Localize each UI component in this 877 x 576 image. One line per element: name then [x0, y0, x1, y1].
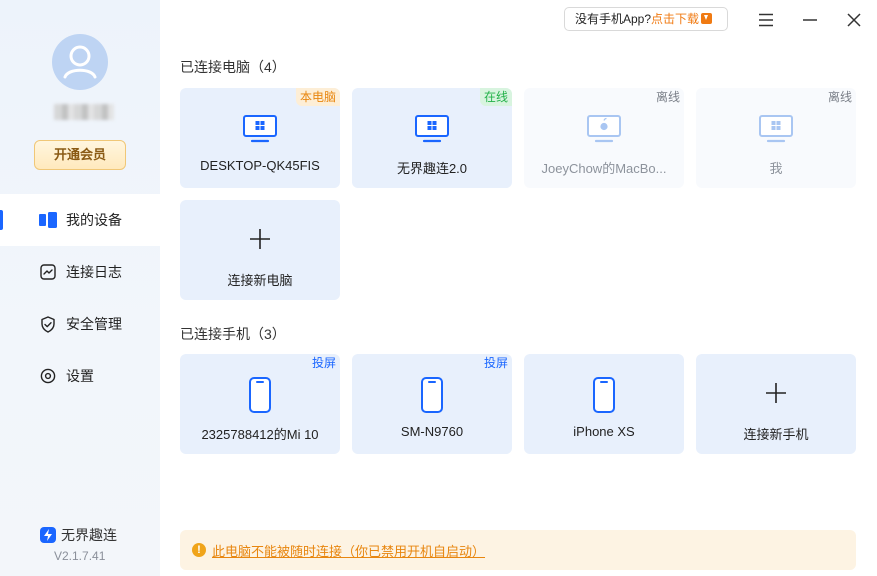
app-logo-icon [40, 527, 56, 543]
brand-name: 无界趣连 [61, 527, 117, 543]
brand: 无界趣连 [40, 525, 117, 545]
computer-card[interactable]: 本电脑 DESKTOP-QK45FIS [180, 88, 340, 188]
add-computer-label: 连接新电脑 [227, 273, 293, 288]
download-app-promo[interactable]: 没有手机App?点击下载 [564, 7, 728, 31]
avatar[interactable] [52, 34, 108, 90]
computer-card[interactable]: 在线 无界趣连2.0 [352, 88, 512, 188]
phone-card[interactable]: 投屏 SM-N9760 [352, 354, 512, 454]
nav-label: 安全管理 [66, 316, 122, 332]
nav-label: 我的设备 [66, 212, 122, 228]
add-phone-label: 连接新手机 [743, 427, 809, 442]
devices-icon [38, 210, 58, 230]
device-name: 2325788412的Mi 10 [201, 427, 319, 442]
phone-icon [524, 376, 684, 414]
close-icon [847, 13, 861, 27]
plus-icon [696, 376, 856, 414]
sidebar-nav: 我的设备 连接日志 安全管理 设置 [0, 194, 160, 402]
promo-text: 没有手机App? [575, 12, 652, 26]
app-version: V2.1.7.41 [54, 549, 106, 563]
nav-label: 连接日志 [66, 264, 122, 280]
nav-label: 设置 [66, 368, 94, 384]
status-badge: 本电脑 [295, 88, 340, 106]
windows-monitor-icon [352, 110, 512, 148]
vip-button[interactable]: 开通会员 [34, 140, 126, 170]
warning-link[interactable]: 此电脑不能被随时连接（你已禁用开机自启动） [212, 541, 485, 560]
settings-icon [38, 366, 58, 386]
download-icon [701, 13, 713, 24]
cast-badge: 投屏 [311, 356, 336, 370]
device-name: JoeyChow的MacBo... [541, 161, 667, 176]
log-icon [38, 262, 58, 282]
nav-item-security[interactable]: 安全管理 [0, 298, 160, 350]
username-redacted [54, 104, 114, 120]
windows-monitor-icon [180, 110, 340, 148]
menu-icon [759, 13, 773, 27]
close-button[interactable] [842, 8, 866, 32]
nav-item-devices[interactable]: 我的设备 [0, 194, 160, 246]
computer-card[interactable]: 离线 JoeyChow的MacBo... [524, 88, 684, 188]
warning-icon: ! [192, 543, 206, 557]
status-badge: 在线 [479, 88, 512, 106]
minimize-button[interactable] [798, 8, 822, 32]
computer-card[interactable]: 离线 我 [696, 88, 856, 188]
device-name: 无界趣连2.0 [396, 161, 468, 176]
plus-icon [180, 222, 340, 260]
windows-monitor-icon [696, 110, 856, 148]
phone-card[interactable]: 投屏 2325788412的Mi 10 [180, 354, 340, 454]
autostart-warning: ! 此电脑不能被随时连接（你已禁用开机自启动） [180, 530, 856, 570]
device-name: iPhone XS [573, 424, 635, 439]
phone-icon [352, 376, 512, 414]
status-badge: 离线 [827, 90, 852, 104]
phones-section-title: 已连接手机（3） [180, 326, 286, 342]
phone-card[interactable]: iPhone XS [524, 354, 684, 454]
sidebar: 开通会员 我的设备 连接日志 安全管理 设置 无界趣连 V2.1.7.41 [0, 0, 160, 576]
menu-button[interactable] [754, 8, 778, 32]
mac-monitor-icon [524, 110, 684, 148]
promo-link[interactable]: 点击下载 [651, 12, 699, 26]
phone-icon [180, 376, 340, 414]
device-name: DESKTOP-QK45FIS [200, 158, 320, 173]
minimize-icon [803, 19, 817, 21]
add-phone-card[interactable]: 连接新手机 [696, 354, 856, 454]
shield-icon [38, 314, 58, 334]
user-icon [63, 45, 97, 79]
computers-section-title: 已连接电脑（4） [180, 59, 286, 75]
device-name: SM-N9760 [400, 424, 464, 439]
device-name: 我 [769, 161, 783, 176]
status-badge: 离线 [655, 90, 680, 104]
add-computer-card[interactable]: 连接新电脑 [180, 200, 340, 300]
cast-badge: 投屏 [483, 356, 508, 370]
nav-item-settings[interactable]: 设置 [0, 350, 160, 402]
nav-item-logs[interactable]: 连接日志 [0, 246, 160, 298]
